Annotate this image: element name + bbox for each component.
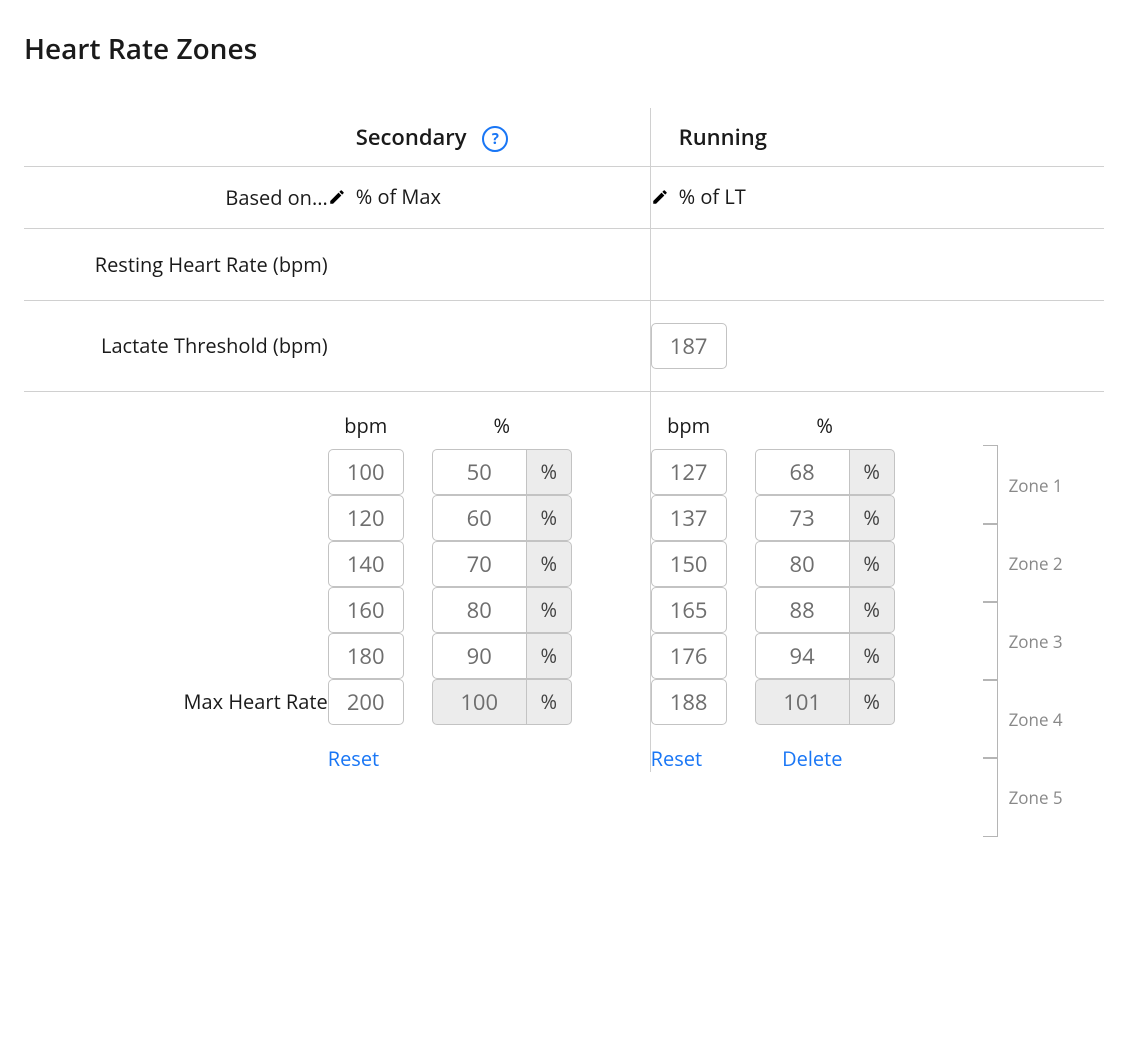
pct-addon: % bbox=[849, 541, 895, 587]
zone-pct-input-running[interactable] bbox=[755, 495, 849, 541]
subheader-pct: % bbox=[432, 412, 572, 439]
help-icon[interactable]: ? bbox=[482, 126, 508, 152]
pct-addon: % bbox=[526, 633, 572, 679]
zone-bpm-input-running[interactable] bbox=[651, 495, 727, 541]
zone-pct-input-secondary[interactable] bbox=[432, 495, 526, 541]
spacer bbox=[973, 108, 1104, 167]
column-header-running-text: Running bbox=[679, 122, 767, 152]
zone-bpm-input-running[interactable] bbox=[651, 633, 727, 679]
zone-bpm-input-secondary[interactable] bbox=[328, 541, 404, 587]
resting-hr-secondary bbox=[328, 228, 650, 300]
column-header-running: Running bbox=[650, 108, 972, 167]
pct-addon: % bbox=[526, 449, 572, 495]
zone-label: Zone 5 bbox=[1009, 786, 1063, 809]
lactate-threshold-input[interactable] bbox=[651, 323, 727, 369]
zone-bpm-input-running[interactable] bbox=[651, 587, 727, 633]
zone-pct-input-secondary[interactable] bbox=[432, 541, 526, 587]
pencil-icon bbox=[651, 188, 669, 206]
pct-addon: % bbox=[849, 633, 895, 679]
zone-label: Zone 2 bbox=[1009, 552, 1063, 575]
column-header-secondary: Secondary ? bbox=[328, 108, 650, 167]
zone-bpm-input-running[interactable] bbox=[651, 541, 727, 587]
zone-bpm-input-secondary[interactable] bbox=[328, 449, 404, 495]
reset-link-secondary[interactable]: Reset bbox=[328, 745, 379, 772]
zone-label: Zone 1 bbox=[1009, 474, 1063, 497]
resting-hr-running bbox=[650, 228, 972, 300]
resting-hr-label: Resting Heart Rate (bpm) bbox=[24, 228, 328, 300]
based-on-running[interactable]: % of LT bbox=[651, 183, 746, 210]
based-on-secondary[interactable]: % of Max bbox=[328, 183, 441, 210]
subheader-bpm: bpm bbox=[328, 412, 404, 439]
lactate-threshold-label: Lactate Threshold (bpm) bbox=[24, 300, 328, 391]
max-hr-label: Max Heart Rate bbox=[24, 679, 328, 725]
max-bpm-input-running[interactable] bbox=[651, 679, 727, 725]
page-title: Heart Rate Zones bbox=[24, 30, 1104, 68]
zone-pct-input-secondary[interactable] bbox=[432, 633, 526, 679]
pct-addon: % bbox=[526, 495, 572, 541]
zone-pct-input-running[interactable] bbox=[755, 541, 849, 587]
column-header-secondary-text: Secondary bbox=[356, 122, 467, 152]
zone-pct-input-running[interactable] bbox=[755, 587, 849, 633]
zone-pct-input-running[interactable] bbox=[755, 449, 849, 495]
subheader-bpm: bpm bbox=[651, 412, 727, 439]
based-on-running-text: % of LT bbox=[679, 183, 746, 210]
zone-bpm-input-secondary[interactable] bbox=[328, 587, 404, 633]
max-pct-input-running bbox=[755, 679, 849, 725]
zone-bpm-input-secondary[interactable] bbox=[328, 633, 404, 679]
pencil-icon bbox=[328, 188, 346, 206]
spacer bbox=[24, 108, 328, 167]
pct-addon: % bbox=[849, 495, 895, 541]
zone-pct-input-running[interactable] bbox=[755, 633, 849, 679]
pct-addon: % bbox=[526, 587, 572, 633]
reset-link-running[interactable]: Reset bbox=[651, 745, 702, 772]
pct-addon: % bbox=[849, 449, 895, 495]
based-on-label: Based on... bbox=[24, 167, 328, 229]
delete-link-running[interactable]: Delete bbox=[782, 745, 842, 772]
max-pct-input-secondary bbox=[432, 679, 526, 725]
pct-addon: % bbox=[526, 679, 572, 725]
pct-addon: % bbox=[849, 587, 895, 633]
zone-pct-input-secondary[interactable] bbox=[432, 587, 526, 633]
zone-bpm-input-running[interactable] bbox=[651, 449, 727, 495]
based-on-secondary-text: % of Max bbox=[356, 183, 441, 210]
zone-pct-input-secondary[interactable] bbox=[432, 449, 526, 495]
zone-label: Zone 3 bbox=[1009, 630, 1063, 653]
lactate-threshold-secondary bbox=[328, 300, 650, 391]
pct-addon: % bbox=[526, 541, 572, 587]
max-bpm-input-secondary[interactable] bbox=[328, 679, 404, 725]
zone-bpm-input-secondary[interactable] bbox=[328, 495, 404, 541]
pct-addon: % bbox=[849, 679, 895, 725]
subheader-pct: % bbox=[755, 412, 895, 439]
